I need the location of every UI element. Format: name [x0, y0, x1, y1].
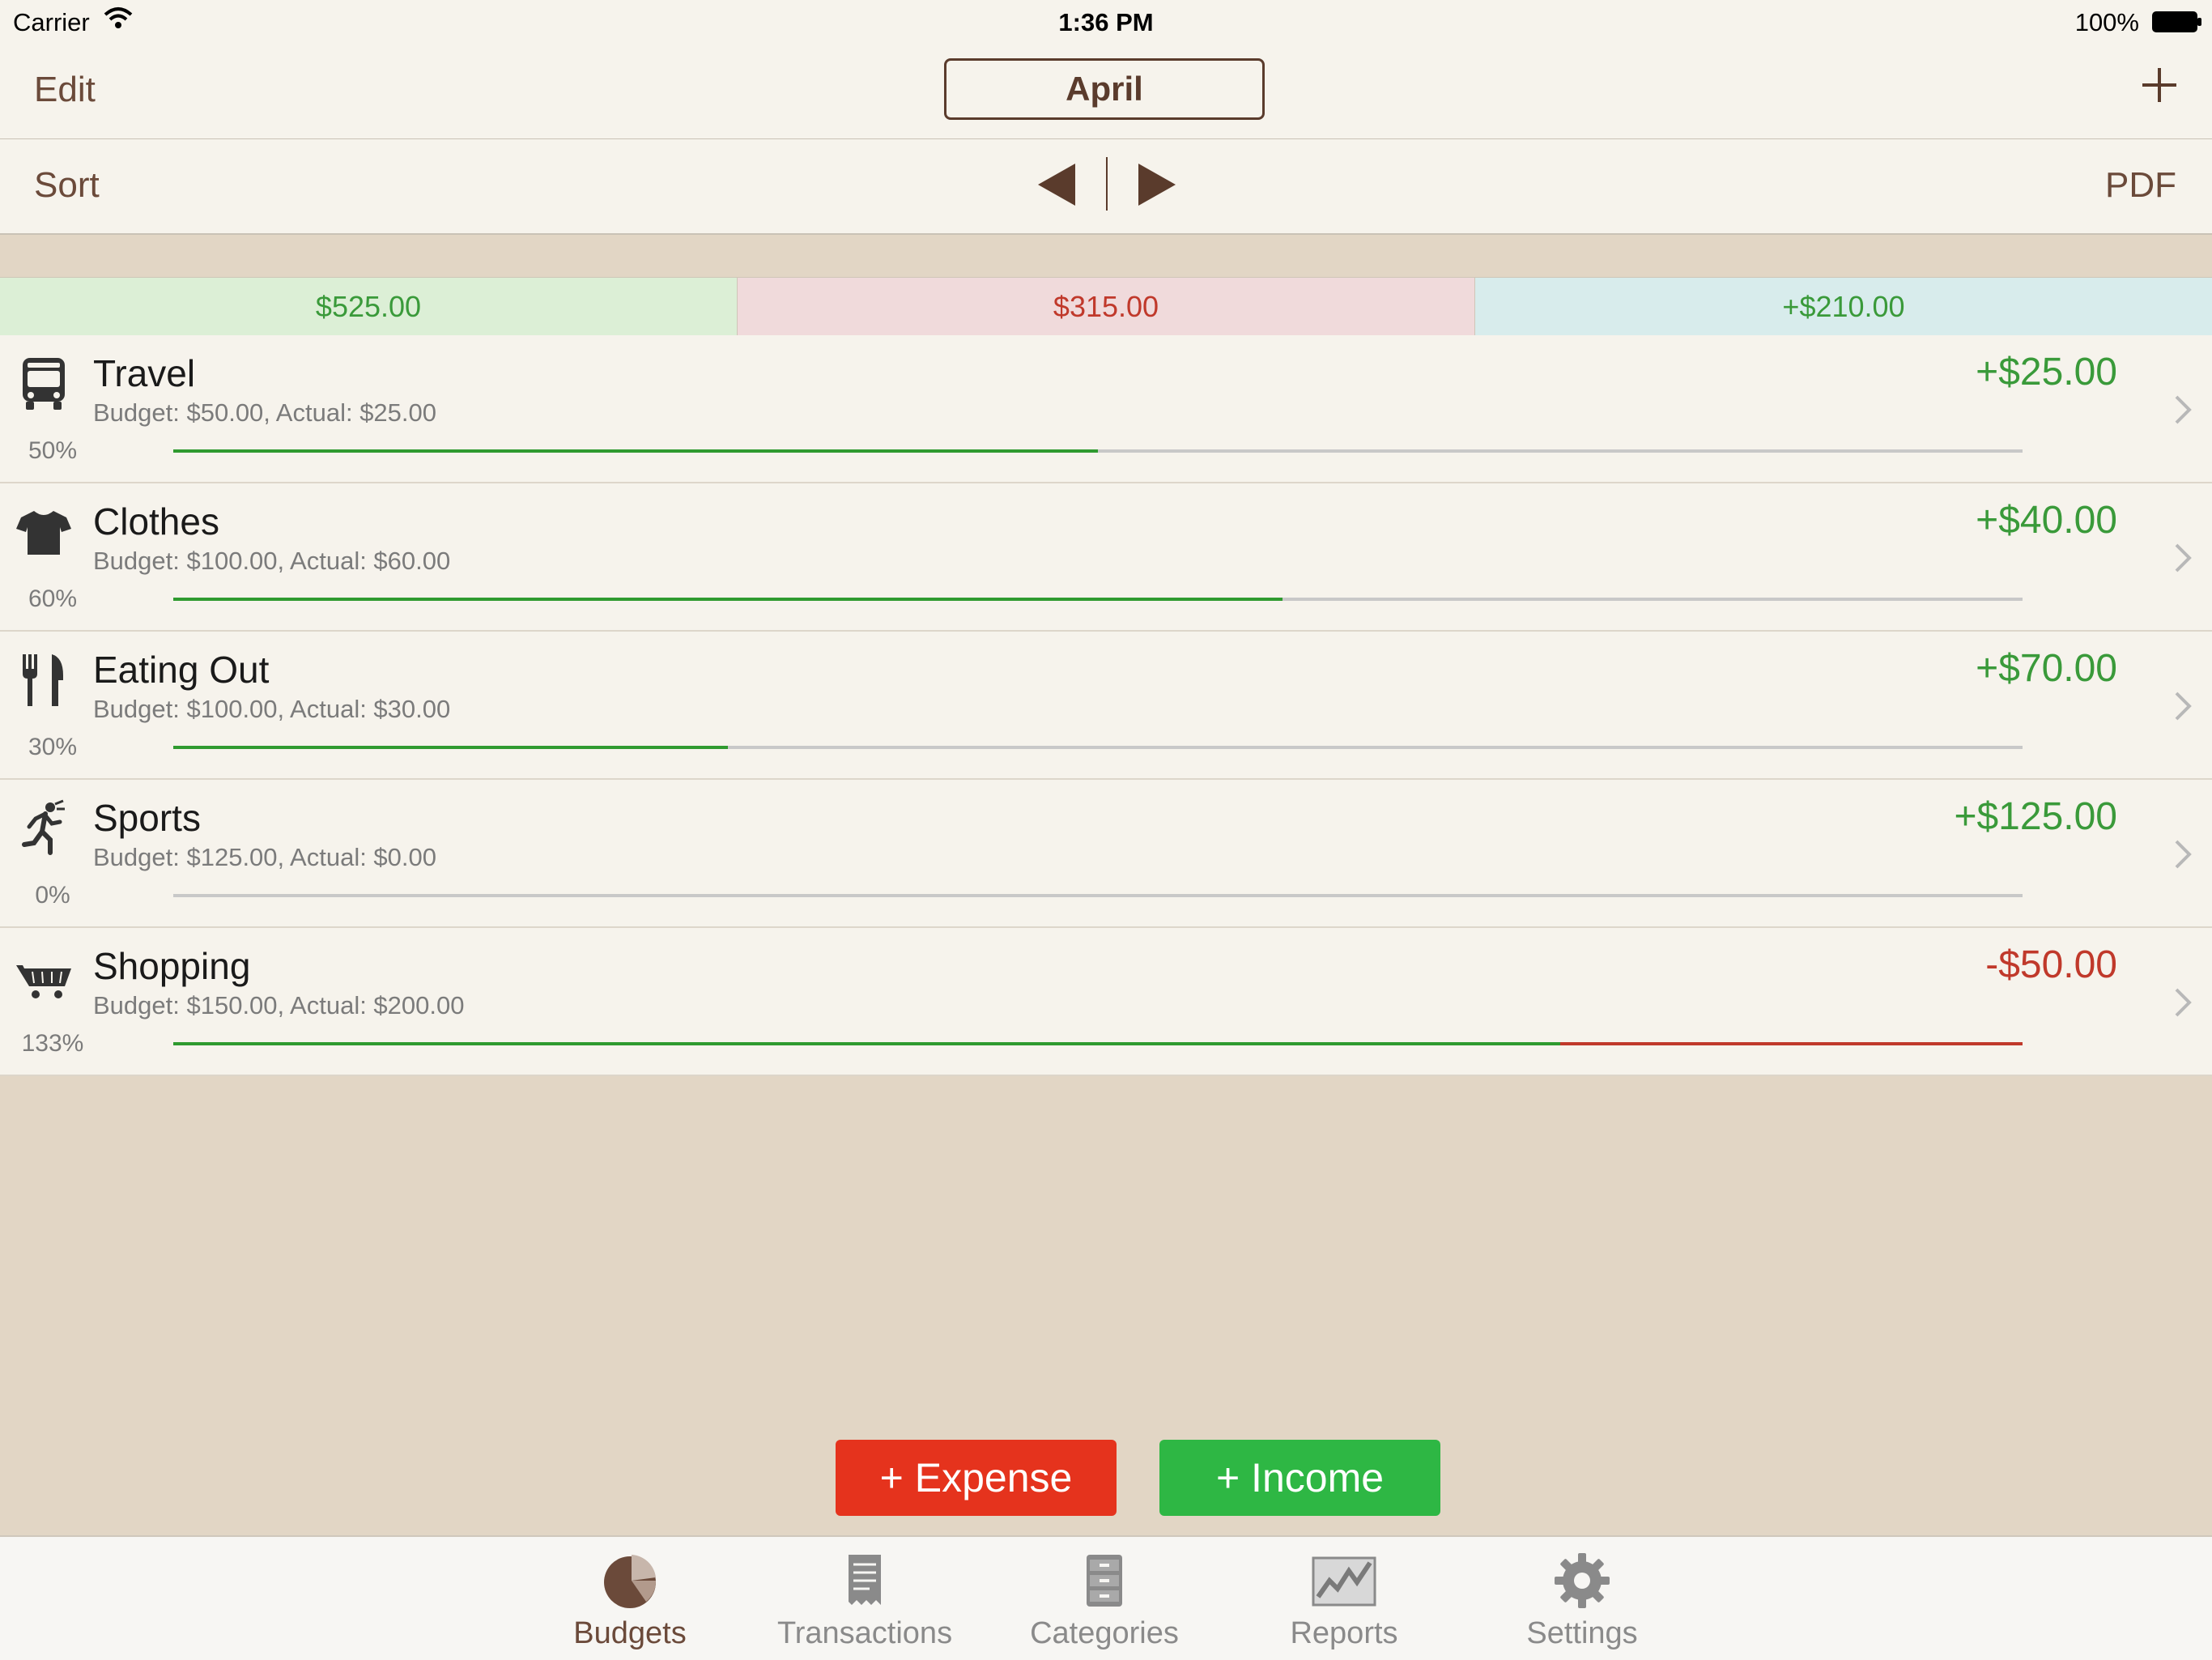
month-selector-button[interactable]: April: [944, 58, 1265, 120]
next-month-icon[interactable]: [1135, 160, 1179, 209]
previous-month-icon[interactable]: [1035, 160, 1078, 209]
runner-icon: [22, 799, 65, 855]
category-progress-bar: [173, 598, 2023, 601]
tab-label: Settings: [1526, 1616, 1638, 1650]
cart-icon: [16, 965, 71, 998]
budget-category-list: Travel Budget: $50.00, Actual: $25.00 50…: [0, 335, 2212, 1076]
progress-fill-spent: [173, 598, 1283, 601]
summary-budget-total: $525.00: [0, 278, 738, 336]
summary-actual-total: $315.00: [738, 278, 1475, 336]
tab-budgets[interactable]: Budgets: [541, 1551, 719, 1651]
toolbar: Sort PDF: [0, 139, 2212, 235]
category-percent: 133%: [21, 1030, 84, 1057]
tab-label: Transactions: [776, 1616, 953, 1650]
category-row-shopping[interactable]: Shopping Budget: $150.00, Actual: $200.0…: [0, 928, 2212, 1076]
add-income-button[interactable]: + Income: [1159, 1440, 1440, 1516]
edit-button[interactable]: Edit: [34, 70, 96, 110]
month-nav-divider: [1106, 157, 1108, 211]
tab-categories[interactable]: Categories: [1015, 1551, 1193, 1651]
category-row-clothes[interactable]: Clothes Budget: $100.00, Actual: $60.00 …: [0, 483, 2212, 632]
pie-chart-icon: [604, 1555, 657, 1608]
chevron-right-icon: [2175, 395, 2192, 424]
navigation-bar: Edit April: [0, 47, 2212, 140]
category-name: Travel: [93, 352, 196, 394]
progress-fill-over: [1560, 1042, 2023, 1045]
battery-icon: [2152, 11, 2201, 32]
battery-percent: 100%: [2074, 8, 2139, 36]
category-detail: Budget: $50.00, Actual: $25.00: [93, 398, 437, 427]
tab-reports[interactable]: Reports: [1255, 1551, 1433, 1651]
category-progress-bar: [173, 449, 2023, 453]
category-name: Eating Out: [93, 649, 270, 691]
category-percent: 30%: [28, 734, 78, 760]
category-name: Shopping: [93, 945, 251, 987]
category-percent: 60%: [28, 585, 78, 612]
category-difference: +$70.00: [1976, 647, 2117, 690]
category-detail: Budget: $100.00, Actual: $60.00: [93, 547, 451, 575]
summary-difference: +$210.00: [1475, 278, 2212, 336]
category-row-travel[interactable]: Travel Budget: $50.00, Actual: $25.00 50…: [0, 335, 2212, 483]
category-detail: Budget: $150.00, Actual: $200.00: [93, 991, 465, 1019]
progress-fill-spent: [173, 1042, 1561, 1045]
tab-label: Reports: [1290, 1616, 1398, 1650]
line-chart-icon: [1312, 1556, 1376, 1607]
fork-knife-icon: [23, 654, 63, 706]
category-difference: +$40.00: [1976, 499, 2117, 542]
category-detail: Budget: $125.00, Actual: $0.00: [93, 843, 437, 871]
category-row-eating-out[interactable]: Eating Out Budget: $100.00, Actual: $30.…: [0, 632, 2212, 780]
pdf-button[interactable]: PDF: [2105, 165, 2176, 206]
status-bar: Carrier 1:36 PM 100%: [0, 0, 2212, 47]
category-name: Clothes: [93, 500, 219, 543]
bus-icon: [23, 358, 65, 410]
category-difference: -$50.00: [1985, 943, 2117, 986]
category-name: Sports: [93, 797, 201, 839]
tab-label: Categories: [1030, 1616, 1179, 1650]
tab-transactions[interactable]: Transactions: [776, 1551, 954, 1651]
category-detail: Budget: $100.00, Actual: $30.00: [93, 695, 451, 723]
category-percent: 50%: [28, 437, 78, 464]
chevron-right-icon: [2175, 543, 2192, 572]
progress-fill-spent: [173, 746, 729, 749]
summary-bar: $525.00 $315.00 +$210.00: [0, 277, 2212, 337]
chevron-right-icon: [2175, 988, 2192, 1017]
receipt-icon: [849, 1555, 881, 1605]
add-expense-button[interactable]: + Expense: [836, 1440, 1117, 1516]
tab-settings[interactable]: Settings: [1493, 1551, 1671, 1651]
chevron-right-icon: [2175, 692, 2192, 721]
category-percent: 0%: [35, 882, 70, 909]
category-difference: +$25.00: [1976, 351, 2117, 394]
gear-icon: [1555, 1553, 1610, 1608]
category-difference: +$125.00: [1954, 795, 2117, 838]
tshirt-icon: [16, 511, 71, 555]
category-progress-bar: [173, 894, 2023, 897]
category-row-sports[interactable]: Sports Budget: $125.00, Actual: $0.00 0%…: [0, 780, 2212, 928]
tab-bar: Budgets Transactions Categories Reports: [0, 1535, 2212, 1660]
chevron-right-icon: [2175, 840, 2192, 869]
category-progress-bar: [173, 746, 2023, 749]
category-progress-bar: [173, 1042, 2023, 1045]
plus-icon[interactable]: [2139, 65, 2180, 105]
status-time: 1:36 PM: [1058, 8, 1154, 36]
tab-label: Budgets: [573, 1616, 687, 1650]
sort-button[interactable]: Sort: [34, 165, 100, 206]
drawers-icon: [1087, 1555, 1122, 1607]
progress-fill-spent: [173, 449, 1098, 453]
